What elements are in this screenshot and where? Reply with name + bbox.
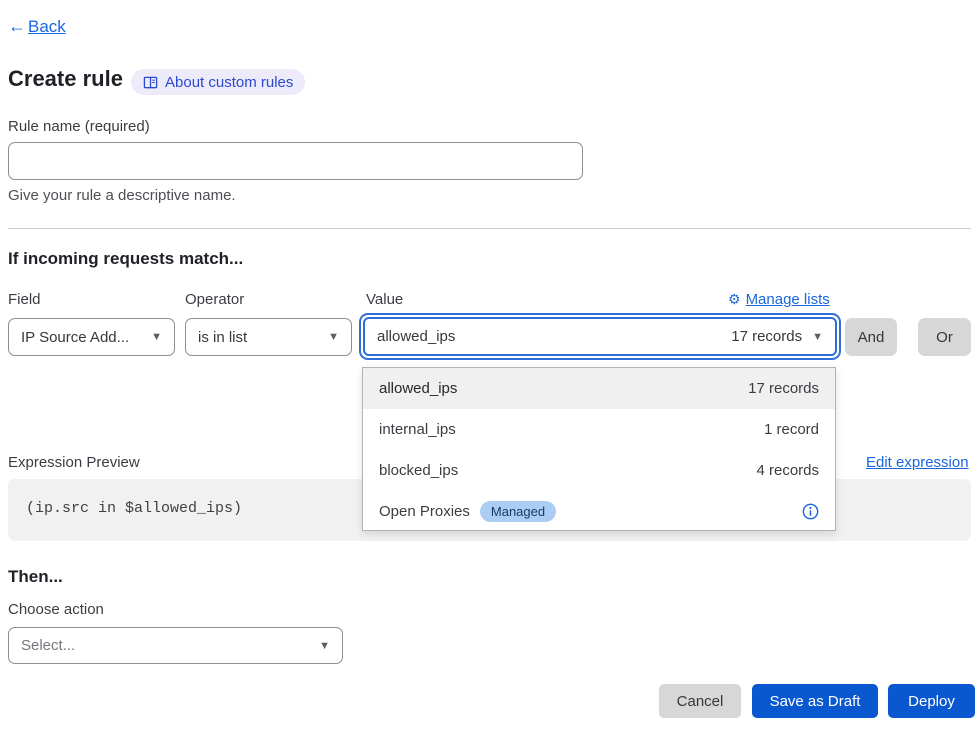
list-option-record-count: 17 records bbox=[748, 380, 819, 397]
or-button[interactable]: Or bbox=[918, 318, 971, 356]
deploy-button[interactable]: Deploy bbox=[888, 684, 975, 718]
field-select[interactable]: IP Source Add... ▼ bbox=[8, 318, 175, 356]
cancel-button[interactable]: Cancel bbox=[659, 684, 741, 718]
about-badge-label: About custom rules bbox=[165, 74, 293, 91]
back-link-label[interactable]: Back bbox=[28, 17, 66, 37]
list-option-name: internal_ips bbox=[379, 421, 456, 438]
action-select-placeholder: Select... bbox=[21, 637, 75, 654]
expression-preview-label: Expression Preview bbox=[8, 454, 140, 471]
value-select-selected: allowed_ips bbox=[377, 328, 455, 345]
list-dropdown-menu: allowed_ips 17 records internal_ips 1 re… bbox=[362, 367, 836, 531]
edit-expression-link[interactable]: Edit expression bbox=[866, 454, 969, 471]
list-option-record-count: 1 record bbox=[764, 421, 819, 438]
page-title: Create rule bbox=[8, 66, 123, 92]
manage-lists-label[interactable]: Manage lists bbox=[746, 291, 830, 308]
field-select-value: IP Source Add... bbox=[21, 329, 129, 346]
list-option-name: blocked_ips bbox=[379, 462, 458, 479]
list-option-name: Open Proxies bbox=[379, 503, 470, 520]
book-icon bbox=[143, 75, 158, 90]
choose-action-label: Choose action bbox=[8, 601, 104, 618]
then-section-title: Then... bbox=[8, 567, 63, 587]
section-divider bbox=[8, 228, 971, 229]
chevron-down-icon: ▼ bbox=[812, 331, 823, 343]
chevron-down-icon: ▼ bbox=[151, 331, 162, 343]
list-option-blocked-ips[interactable]: blocked_ips 4 records bbox=[363, 450, 835, 491]
value-select[interactable]: allowed_ips 17 records ▼ bbox=[359, 313, 841, 360]
action-select[interactable]: Select... ▼ bbox=[8, 627, 343, 664]
rule-name-label: Rule name (required) bbox=[8, 118, 150, 135]
list-option-record-count: 4 records bbox=[756, 462, 819, 479]
operator-select[interactable]: is in list ▼ bbox=[185, 318, 352, 356]
create-rule-page: ← Back Create rule About custom rules Ru… bbox=[0, 0, 979, 739]
manage-lists-link[interactable]: ⚙ Manage lists bbox=[728, 291, 830, 308]
rule-name-help-text: Give your rule a descriptive name. bbox=[8, 187, 236, 204]
back-link[interactable]: ← Back bbox=[8, 16, 66, 37]
chevron-down-icon: ▼ bbox=[319, 640, 330, 652]
field-label: Field bbox=[8, 291, 41, 308]
list-option-name: allowed_ips bbox=[379, 380, 457, 397]
gear-icon: ⚙ bbox=[728, 291, 741, 308]
expression-code: (ip.src in $allowed_ips) bbox=[26, 500, 242, 517]
operator-select-value: is in list bbox=[198, 329, 247, 346]
chevron-down-icon: ▼ bbox=[328, 331, 339, 343]
info-icon[interactable] bbox=[802, 503, 819, 520]
operator-label: Operator bbox=[185, 291, 244, 308]
and-button[interactable]: And bbox=[845, 318, 897, 356]
value-select-record-count: 17 records bbox=[731, 328, 802, 345]
rule-name-input[interactable] bbox=[8, 142, 583, 180]
list-option-internal-ips[interactable]: internal_ips 1 record bbox=[363, 409, 835, 450]
about-custom-rules-badge[interactable]: About custom rules bbox=[131, 69, 305, 95]
list-option-open-proxies[interactable]: Open Proxies Managed bbox=[363, 491, 835, 532]
back-arrow-icon: ← bbox=[8, 16, 26, 37]
managed-badge: Managed bbox=[480, 501, 556, 522]
list-option-allowed-ips[interactable]: allowed_ips 17 records bbox=[363, 368, 835, 409]
value-label: Value bbox=[366, 291, 403, 308]
match-section-title: If incoming requests match... bbox=[8, 249, 243, 269]
save-as-draft-button[interactable]: Save as Draft bbox=[752, 684, 878, 718]
